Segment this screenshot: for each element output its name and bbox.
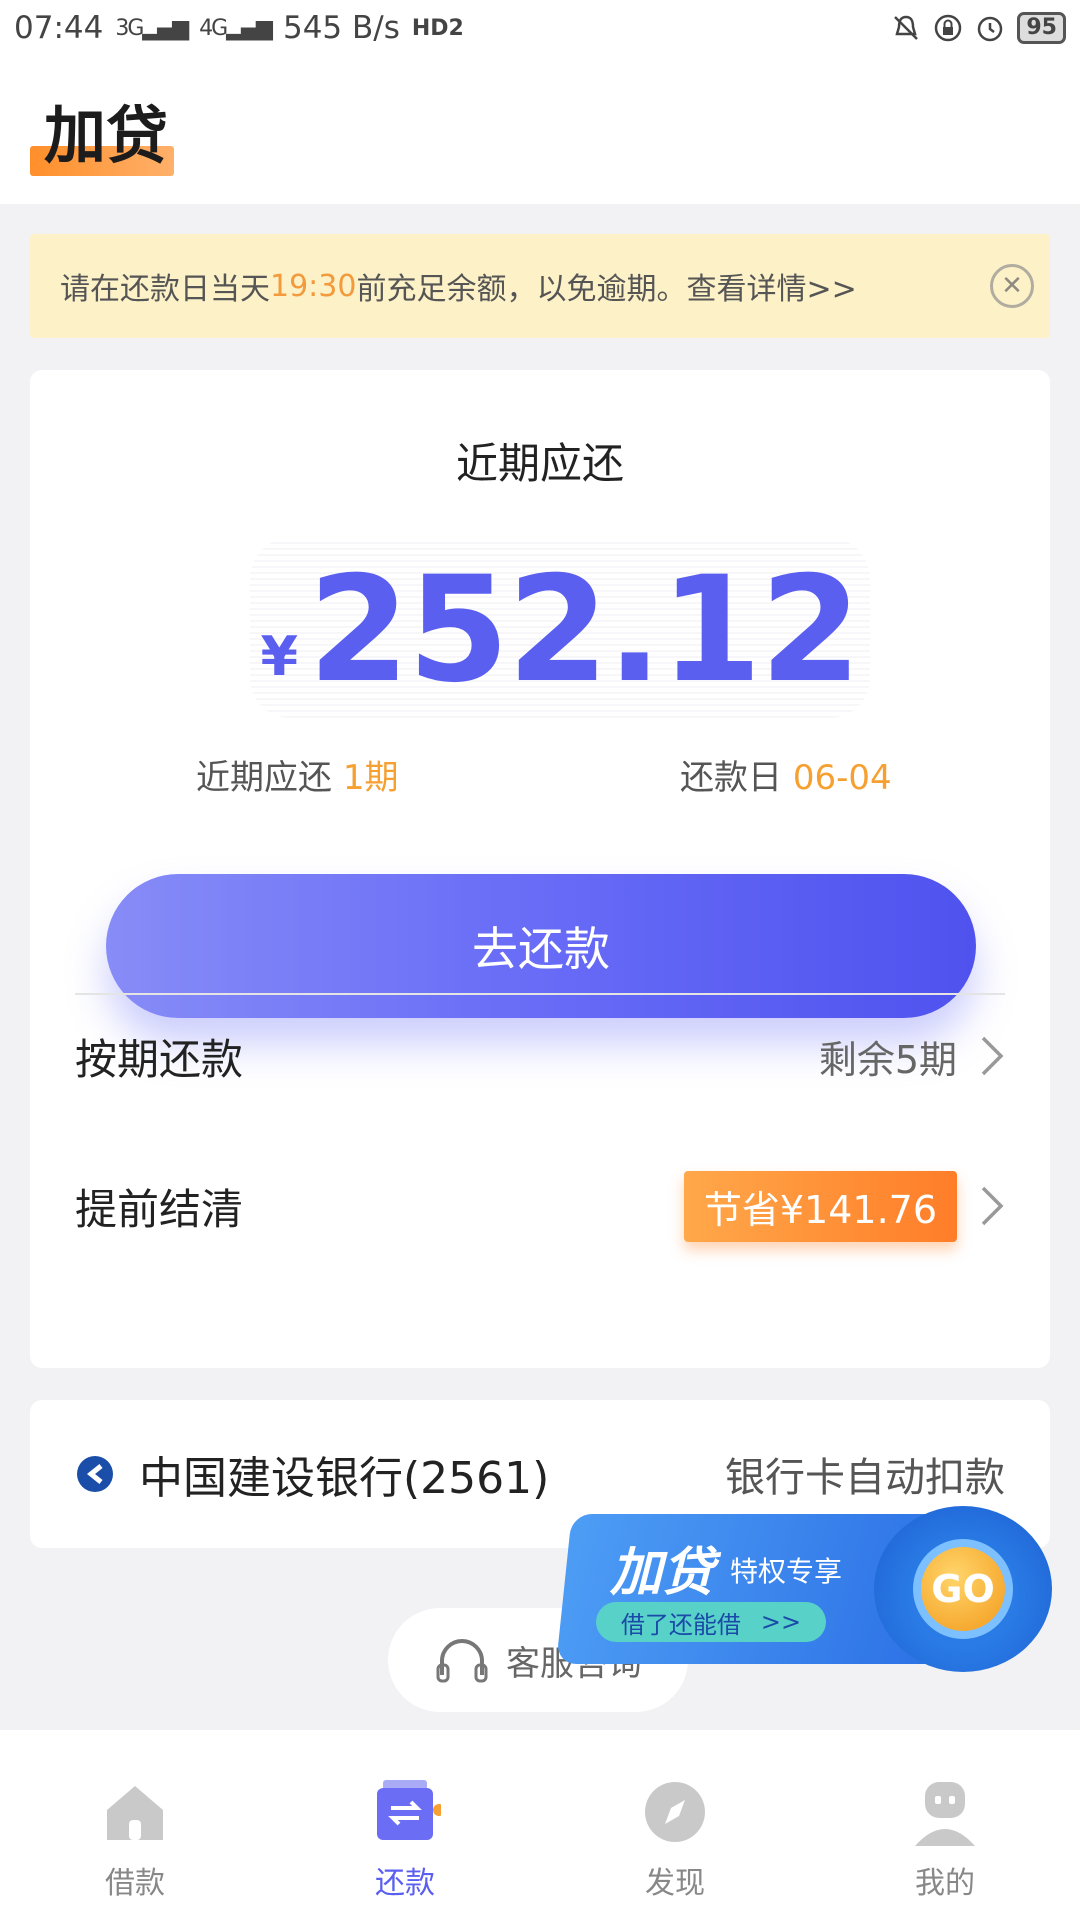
bank-name: 中国建设银行(2561) xyxy=(139,1453,550,1504)
headset-icon xyxy=(436,1639,488,1683)
early-settle-label: 提前结清 xyxy=(75,1184,244,1234)
home-icon xyxy=(107,1786,163,1840)
repayment-card: 近期应还 ¥ 252.12 近期应还 1期 还款日 06-04 去还款 按期还款… xyxy=(30,370,1050,1368)
promo-pill: 借了还能借 >> xyxy=(596,1602,826,1642)
nav-label-mine: 我的 xyxy=(915,1866,975,1901)
go-button[interactable]: GO xyxy=(913,1539,1013,1639)
repay-icon xyxy=(377,1780,441,1840)
promo-title: 加贷 xyxy=(610,1543,715,1603)
bank-info: 中国建设银行(2561) xyxy=(75,1442,549,1506)
hd-icon: HD2 xyxy=(411,15,464,41)
battery-indicator: 95 xyxy=(1017,12,1066,44)
nav-item-borrow[interactable]: 借款 xyxy=(35,1776,235,1902)
promo-banner[interactable]: 加贷 特权专享 借了还能借 >> GO xyxy=(556,1506,1052,1672)
nav-label-repay: 还款 xyxy=(375,1866,435,1901)
status-bar: 07:44 3G▂▄▆ 4G▂▄▆ 545 B/s HD2 95 xyxy=(0,0,1080,56)
auto-debit-label: 银行卡自动扣款 xyxy=(725,1455,1005,1501)
saving-badge: 节省¥141.76 xyxy=(683,1170,957,1242)
bottom-nav: 借款 还款 发现 我的 xyxy=(0,1730,1080,1920)
installment-label: 按期还款 xyxy=(75,1034,244,1084)
status-time: 07:44 xyxy=(14,10,104,46)
notice-text-before: 请在还款日当天 xyxy=(60,272,270,307)
promo-circle: GO xyxy=(874,1506,1052,1672)
due-date-info: 还款日 06-04 xyxy=(680,758,892,798)
amount-display: ¥ 252.12 xyxy=(250,538,870,718)
repayment-notice[interactable]: 请在还款日当天 19:30 前充足余额，以免逾期。查看详情>> ✕ xyxy=(30,234,1050,338)
divider xyxy=(75,993,1005,995)
nav-item-mine[interactable]: 我的 xyxy=(845,1776,1045,1902)
notice-time: 19:30 xyxy=(270,268,357,304)
periods-value: 1期 xyxy=(342,758,399,798)
promo-subtitle: 特权专享 xyxy=(730,1555,843,1588)
installment-right: 剩余5期 xyxy=(819,1029,1005,1084)
due-date-value: 06-04 xyxy=(792,758,892,798)
installment-repay-row[interactable]: 按期还款 剩余5期 xyxy=(75,996,1005,1116)
lock-icon xyxy=(935,14,962,42)
early-settle-row[interactable]: 提前结清 节省¥141.76 xyxy=(75,1146,1005,1266)
remaining-periods: 剩余5期 xyxy=(818,1037,957,1082)
currency-symbol: ¥ xyxy=(260,625,299,688)
mute-bell-icon xyxy=(894,15,919,40)
compass-icon xyxy=(645,1782,705,1842)
signal-3g-icon: 3G▂▄▆ xyxy=(115,15,189,41)
alarm-icon xyxy=(978,16,1003,42)
status-right: 95 xyxy=(891,12,1066,44)
chevron-right-icon xyxy=(981,1186,1004,1226)
promo-arrow: >> xyxy=(760,1608,802,1636)
notice-text-after: 前充足余额，以免逾期。查看详情>> xyxy=(356,272,857,307)
profile-icon xyxy=(915,1782,975,1846)
chevron-right-icon xyxy=(981,1036,1004,1076)
nav-label-discover: 发现 xyxy=(645,1866,705,1901)
signal-4g-icon: 4G▂▄▆ xyxy=(199,15,273,41)
app-header: 加贷 xyxy=(0,56,1080,204)
ccb-logo-icon xyxy=(77,1456,113,1492)
nav-item-repay[interactable]: 还款 xyxy=(305,1776,505,1902)
repayment-title: 近期应还 xyxy=(455,439,624,488)
status-left: 07:44 3G▂▄▆ 4G▂▄▆ 545 B/s HD2 xyxy=(14,10,464,46)
close-icon[interactable]: ✕ xyxy=(990,264,1034,308)
nav-label-borrow: 借款 xyxy=(105,1866,165,1901)
early-settle-right: 节省¥141.76 xyxy=(683,1170,1005,1242)
nav-item-discover[interactable]: 发现 xyxy=(575,1776,775,1902)
brand-logo: 加贷 xyxy=(30,98,174,176)
periods-info: 近期应还 1期 xyxy=(196,758,399,798)
network-speed: 545 B/s xyxy=(282,10,400,46)
amount-value: 252.12 xyxy=(308,545,861,715)
page-title: 加贷 xyxy=(44,99,169,172)
